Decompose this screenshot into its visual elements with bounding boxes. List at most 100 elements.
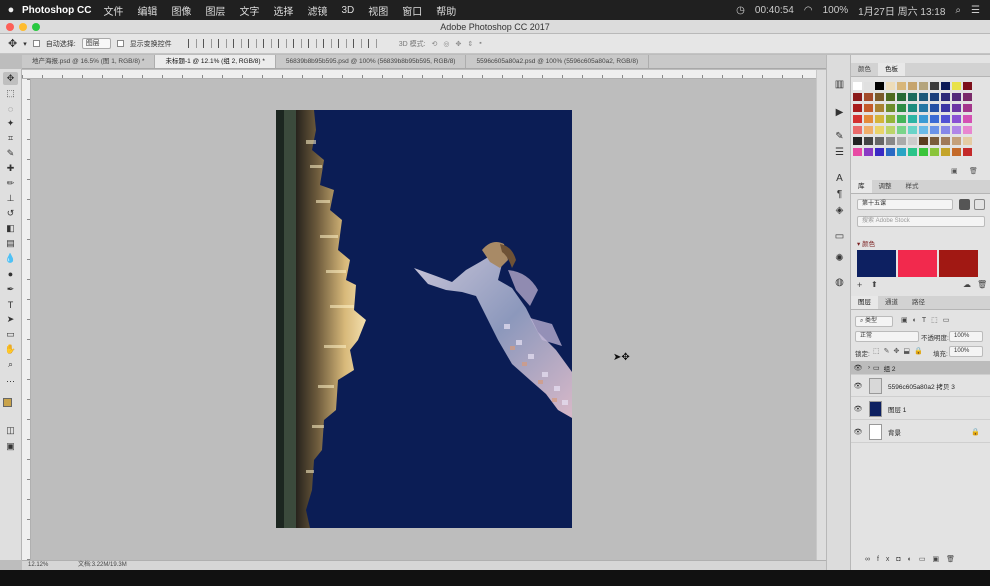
3d-rotate-icon[interactable]: ⟲ [432, 40, 438, 48]
swatch[interactable] [941, 115, 950, 123]
libraries-panel-icon[interactable]: ✺ [833, 253, 846, 265]
distribute-right-icon[interactable] [352, 39, 362, 48]
layer-row-background[interactable]: 👁 背景 🔒 [851, 422, 990, 443]
tab-layers[interactable]: 图层 [851, 296, 878, 309]
app-menu[interactable]: Photoshop CC [22, 5, 91, 16]
swatch[interactable] [908, 115, 917, 123]
swatch[interactable] [864, 93, 873, 101]
swatch[interactable] [941, 137, 950, 145]
move-tool-icon[interactable]: ✥ [8, 37, 17, 50]
blur-tool-icon[interactable]: 💧 [3, 252, 18, 265]
menu-layer[interactable]: 图层 [205, 3, 225, 18]
tab-swatches[interactable]: 色板 [878, 63, 905, 76]
eraser-tool-icon[interactable]: ◧ [3, 222, 18, 235]
swatch[interactable] [919, 115, 928, 123]
apple-icon[interactable]: ● [0, 4, 22, 16]
distribute-left-icon[interactable] [322, 39, 332, 48]
tab-adjustments[interactable]: 调整 [872, 180, 899, 193]
swatch[interactable] [930, 104, 939, 112]
properties-panel-icon[interactable]: ▭ [833, 231, 846, 243]
swatch[interactable] [864, 115, 873, 123]
library-search-input[interactable]: 搜索 Adobe Stock [857, 216, 985, 227]
foreground-color-swatch[interactable] [3, 398, 12, 407]
document-canvas[interactable] [276, 110, 572, 528]
more-tools-icon[interactable]: ⋯ [3, 375, 18, 388]
swatch[interactable] [908, 126, 917, 134]
layer-row-group[interactable]: 👁 › ▭ 组 2 [851, 361, 990, 375]
3d-roll-icon[interactable]: ◎ [443, 40, 449, 48]
distribute-bottom-icon[interactable] [307, 39, 317, 48]
opacity-input[interactable]: 100% [949, 331, 983, 342]
crop-tool-icon[interactable]: ⌗ [3, 132, 18, 145]
swatch[interactable] [886, 104, 895, 112]
swatch[interactable] [941, 126, 950, 134]
menu-window[interactable]: 窗口 [402, 3, 422, 18]
swatch[interactable] [897, 126, 906, 134]
swatch[interactable] [963, 115, 972, 123]
search-icon[interactable]: ⌕ [955, 5, 961, 16]
visibility-eye-icon[interactable]: 👁 [851, 405, 865, 413]
swatch[interactable] [941, 93, 950, 101]
swatch[interactable] [919, 93, 928, 101]
align-left-icon[interactable] [232, 39, 242, 48]
dodge-tool-icon[interactable]: ● [3, 267, 18, 280]
visibility-eye-icon[interactable]: 👁 [851, 364, 865, 372]
menu-list-icon[interactable]: ☰ [971, 5, 980, 16]
swatch[interactable] [919, 104, 928, 112]
swatch[interactable] [886, 137, 895, 145]
tab-channels[interactable]: 通道 [878, 296, 905, 309]
3d-scale-icon[interactable]: ▪ [479, 40, 481, 47]
swatch[interactable] [853, 93, 862, 101]
document-size[interactable]: 文档:3.22M/19.3M [78, 562, 127, 568]
swatch[interactable] [963, 93, 972, 101]
swatch[interactable] [897, 82, 906, 90]
swatch[interactable] [930, 137, 939, 145]
distribute-top-icon[interactable] [277, 39, 287, 48]
zoom-window-button[interactable] [32, 23, 40, 31]
library-color-darkred[interactable] [939, 250, 978, 277]
swatch[interactable] [897, 148, 906, 156]
swatch[interactable] [930, 148, 939, 156]
upload-icon[interactable]: ⬆ [871, 280, 878, 289]
tab-document-3[interactable]: 56839b8b95b595.psd @ 100% (56839b8b95b59… [276, 55, 467, 68]
menu-edit[interactable]: 编辑 [137, 3, 157, 18]
swatch[interactable] [919, 82, 928, 90]
grid-view-icon[interactable] [959, 199, 970, 210]
swatch[interactable] [886, 82, 895, 90]
distribute-hcenter-icon[interactable] [337, 39, 347, 48]
tab-styles[interactable]: 样式 [899, 180, 926, 193]
add-library-item-icon[interactable]: + [857, 280, 862, 290]
healing-brush-icon[interactable]: ✚ [3, 162, 18, 175]
auto-select-dropdown[interactable]: 图层 [81, 38, 111, 49]
hand-tool-icon[interactable]: ✋ [3, 343, 18, 356]
character-panel-icon[interactable]: A [833, 173, 846, 185]
menu-filter[interactable]: 滤镜 [307, 3, 327, 18]
zoom-level[interactable]: 12.12% [28, 562, 48, 568]
swatch[interactable] [886, 148, 895, 156]
quick-mask-icon[interactable]: ◫ [3, 424, 18, 437]
swatch[interactable] [875, 148, 884, 156]
screen-mode-icon[interactable]: ▣ [3, 440, 18, 453]
fill-input[interactable]: 100% [949, 346, 983, 357]
align-top-icon[interactable] [187, 39, 197, 48]
3d-slide-icon[interactable]: ⇕ [467, 40, 473, 48]
swatch[interactable] [897, 115, 906, 123]
swatch[interactable] [875, 126, 884, 134]
swatch[interactable] [952, 126, 961, 134]
layer-row-image[interactable]: 👁 5596c605a80a2 拷贝 3 [851, 376, 990, 397]
menu-view[interactable]: 视图 [368, 3, 388, 18]
swatch[interactable] [908, 104, 917, 112]
brush-tool-icon[interactable]: ✏ [3, 177, 18, 190]
align-bottom-icon[interactable] [217, 39, 227, 48]
tab-paths[interactable]: 路径 [905, 296, 932, 309]
layer-bottom-actions[interactable]: ∞fx◘◐▭▣🗑 [865, 555, 962, 563]
swatch[interactable] [875, 115, 884, 123]
lock-icons[interactable]: ⬚✎✥⬓🔒 [873, 347, 927, 355]
tab-document-1[interactable]: 地产海报.psd @ 16.5% (图 1, RGB/8) * [22, 55, 156, 68]
show-transform-checkbox[interactable] [116, 40, 124, 47]
swatch[interactable] [908, 148, 917, 156]
swatch[interactable] [886, 93, 895, 101]
auto-align-icon[interactable] [367, 39, 377, 48]
swatch[interactable] [919, 137, 928, 145]
list-view-icon[interactable] [974, 199, 985, 210]
